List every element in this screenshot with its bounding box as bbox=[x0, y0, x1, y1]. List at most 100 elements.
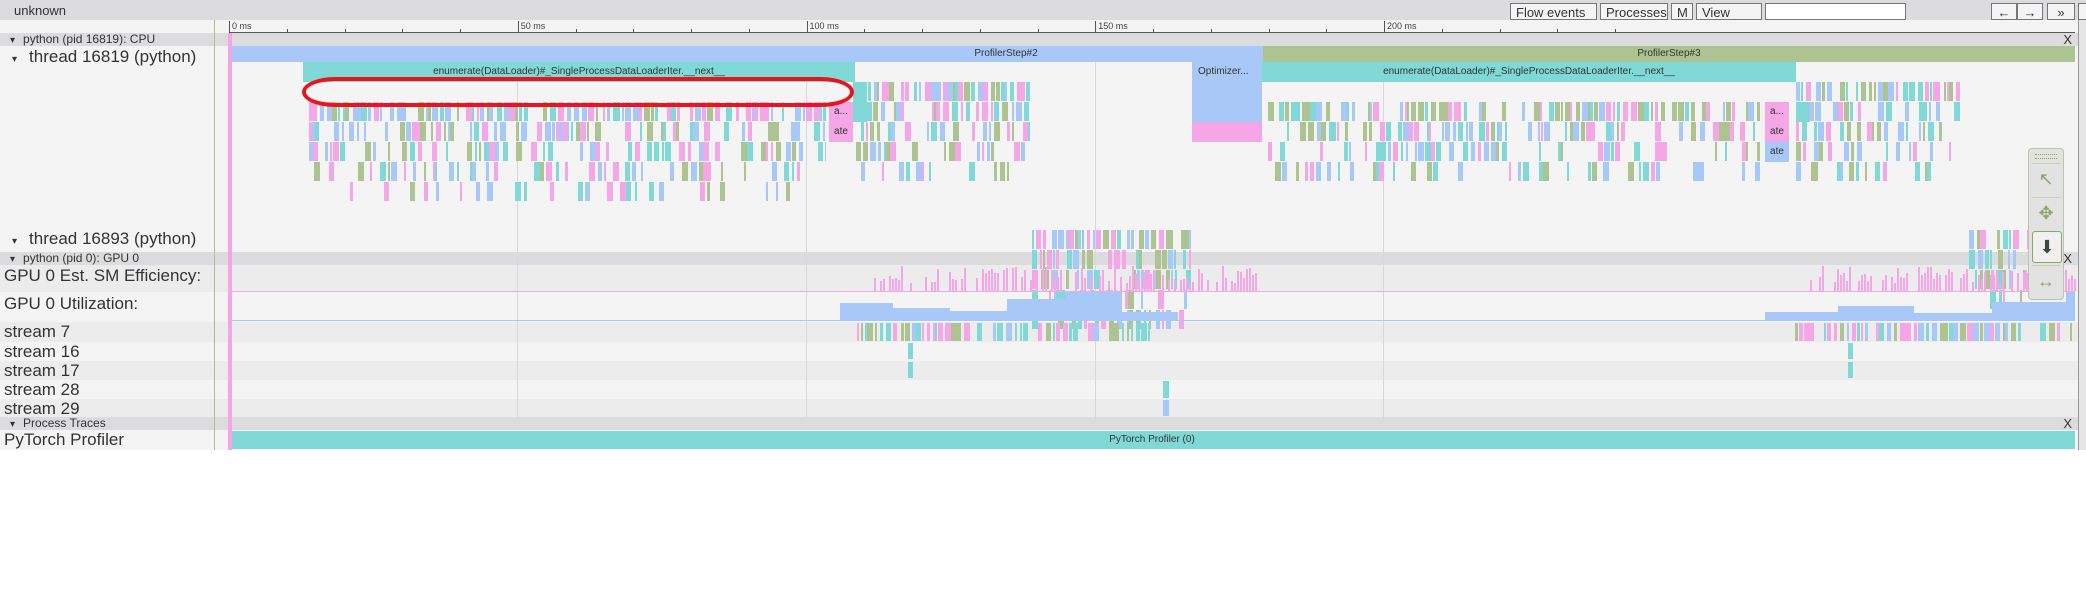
trace-event[interactable] bbox=[1691, 102, 1695, 121]
trace-event[interactable] bbox=[996, 82, 1000, 101]
prev-result-button[interactable]: ← bbox=[1991, 3, 2017, 20]
trace-event[interactable] bbox=[330, 142, 332, 161]
trace-event[interactable] bbox=[1073, 250, 1079, 269]
gpu-utilization-step[interactable] bbox=[1992, 302, 2066, 320]
trace-event[interactable] bbox=[1886, 142, 1888, 161]
trace-event[interactable] bbox=[766, 142, 768, 161]
sm-efficiency-sample[interactable] bbox=[961, 279, 963, 291]
trace-event[interactable] bbox=[449, 162, 454, 181]
sm-efficiency-sample[interactable] bbox=[910, 283, 912, 291]
kernel[interactable] bbox=[935, 323, 937, 341]
trace-event[interactable] bbox=[1806, 82, 1811, 101]
sm-efficiency-sample[interactable] bbox=[925, 277, 927, 291]
trace-event[interactable] bbox=[870, 142, 876, 161]
trace-event[interactable] bbox=[1275, 162, 1281, 181]
trace-event[interactable] bbox=[1615, 142, 1620, 161]
trace-event[interactable] bbox=[994, 102, 999, 121]
kernel[interactable] bbox=[1136, 323, 1140, 341]
trace-event[interactable] bbox=[494, 162, 498, 181]
trace-event[interactable] bbox=[1581, 122, 1585, 141]
trace-event[interactable] bbox=[1715, 142, 1717, 161]
trace-event[interactable] bbox=[1828, 142, 1832, 161]
trace-event[interactable] bbox=[654, 142, 659, 161]
sm-efficiency-sample[interactable] bbox=[2068, 279, 2070, 291]
trace-event[interactable] bbox=[1282, 162, 1287, 181]
trace-event[interactable] bbox=[1305, 162, 1308, 181]
sm-efficiency-sample[interactable] bbox=[1918, 267, 1920, 291]
trace-event[interactable] bbox=[1280, 142, 1285, 161]
trace-event[interactable] bbox=[1700, 122, 1705, 141]
collapse-triangle-icon[interactable]: ▾ bbox=[10, 419, 15, 430]
trace-event[interactable] bbox=[961, 102, 963, 121]
trace-event[interactable] bbox=[708, 162, 711, 181]
trace-event[interactable] bbox=[1757, 142, 1760, 161]
kernel[interactable] bbox=[1063, 323, 1068, 341]
trace-event[interactable] bbox=[1522, 102, 1525, 121]
trace-event[interactable] bbox=[742, 122, 745, 141]
trace-event[interactable] bbox=[1725, 142, 1727, 161]
kernel[interactable] bbox=[1990, 323, 1994, 341]
trace-event[interactable] bbox=[1082, 250, 1085, 269]
kernel[interactable] bbox=[1861, 323, 1863, 341]
trace-event[interactable] bbox=[1981, 250, 1983, 269]
trace-event[interactable] bbox=[580, 142, 583, 161]
sm-efficiency-sample[interactable] bbox=[1864, 274, 1866, 291]
trace-event[interactable] bbox=[1746, 142, 1748, 161]
trace-event[interactable] bbox=[1851, 142, 1854, 161]
trace-event[interactable] bbox=[333, 142, 339, 161]
sm-efficiency-sample[interactable] bbox=[1147, 278, 1149, 291]
trace-event[interactable] bbox=[991, 82, 995, 101]
trace-event[interactable] bbox=[1628, 162, 1634, 181]
trace-event[interactable] bbox=[1174, 250, 1176, 269]
trace-event[interactable] bbox=[724, 122, 729, 141]
more-button[interactable]: » bbox=[2047, 3, 2075, 20]
sm-efficiency-sample[interactable] bbox=[1246, 269, 1248, 291]
trace-event[interactable] bbox=[373, 142, 376, 161]
trace-event[interactable] bbox=[1822, 82, 1825, 101]
sm-efficiency-sample[interactable] bbox=[949, 272, 951, 291]
trace-event[interactable] bbox=[1449, 142, 1454, 161]
trace-event[interactable] bbox=[906, 162, 910, 181]
sm-efficiency-sample[interactable] bbox=[1234, 283, 1236, 291]
trace-event[interactable] bbox=[595, 122, 601, 141]
trace-event[interactable] bbox=[1469, 122, 1473, 141]
trace-event[interactable] bbox=[1740, 122, 1745, 141]
sm-efficiency-sample[interactable] bbox=[931, 282, 933, 291]
trace-event[interactable] bbox=[1471, 142, 1475, 161]
trace-event[interactable] bbox=[1349, 142, 1351, 161]
trace-event[interactable] bbox=[1433, 162, 1438, 181]
trace-event[interactable] bbox=[1145, 230, 1149, 249]
trace-event[interactable] bbox=[1141, 290, 1143, 309]
timing-tool-button[interactable]: ↔ bbox=[2032, 265, 2060, 296]
sm-efficiency-sample[interactable] bbox=[1993, 275, 1995, 291]
trace-event[interactable] bbox=[1856, 162, 1859, 181]
trace-event[interactable] bbox=[927, 122, 929, 141]
trace-event[interactable] bbox=[796, 122, 800, 141]
trace-event[interactable] bbox=[410, 182, 415, 201]
trace-event[interactable] bbox=[424, 182, 428, 201]
trace-event[interactable] bbox=[1373, 102, 1379, 121]
trace-event[interactable] bbox=[659, 182, 664, 201]
kernel[interactable] bbox=[1894, 323, 1897, 341]
trace-event[interactable] bbox=[1613, 102, 1615, 121]
trace-event[interactable] bbox=[1861, 82, 1866, 101]
slice-profiler-step-3[interactable]: ProfilerStep#3 bbox=[1263, 46, 2075, 62]
sm-efficiency-sample[interactable] bbox=[1921, 275, 1923, 291]
trace-event[interactable] bbox=[334, 122, 339, 141]
trace-event[interactable] bbox=[994, 122, 1000, 141]
trace-event[interactable] bbox=[1886, 102, 1892, 121]
trace-event[interactable] bbox=[1170, 230, 1173, 249]
trace-event[interactable] bbox=[1819, 142, 1823, 161]
collapse-triangle-icon[interactable]: ▾ bbox=[12, 236, 17, 247]
trace-event[interactable] bbox=[1936, 102, 1940, 121]
trace-event[interactable] bbox=[1068, 230, 1074, 249]
trace-event[interactable] bbox=[1183, 250, 1186, 269]
trace-event[interactable] bbox=[1040, 250, 1042, 269]
sm-efficiency-sample[interactable] bbox=[1090, 279, 1092, 291]
trace-event[interactable] bbox=[1484, 142, 1489, 161]
trace-event[interactable] bbox=[866, 122, 868, 141]
trace-event[interactable] bbox=[1158, 290, 1164, 309]
trace-event[interactable] bbox=[1407, 102, 1409, 121]
trace-event[interactable] bbox=[816, 122, 820, 141]
collapse-triangle-icon[interactable]: ▾ bbox=[10, 35, 15, 46]
